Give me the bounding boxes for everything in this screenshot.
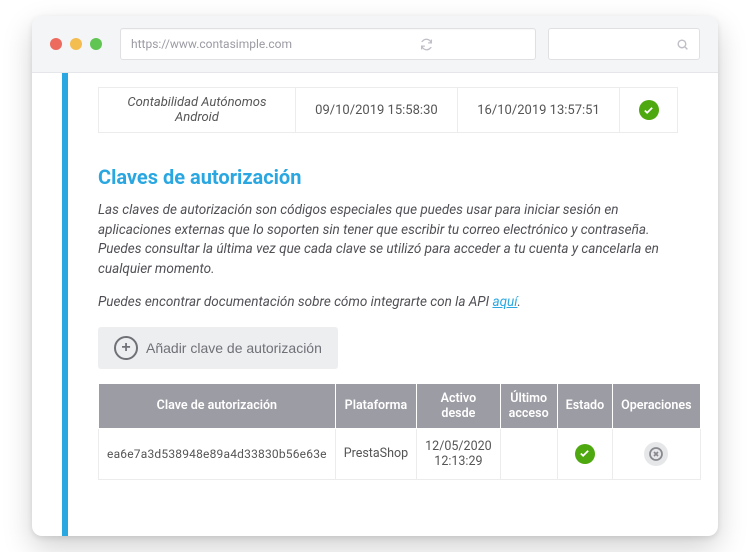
app-last-cell: 16/10/2019 13:57:51 (457, 88, 619, 133)
app-since-cell: 09/10/2019 15:58:30 (295, 88, 457, 133)
key-state-cell (557, 428, 613, 479)
th-state: Estado (557, 383, 613, 428)
table-row: Contabilidad Autónomos Android 09/10/201… (99, 88, 678, 133)
accent-stripe (62, 73, 68, 536)
desc2-suffix: . (517, 294, 520, 310)
key-last-cell (500, 428, 557, 479)
window-controls (50, 38, 102, 50)
desc2-prefix: Puedes encontrar documentación sobre cóm… (98, 294, 492, 310)
cancel-key-button[interactable] (644, 442, 668, 466)
th-active: Activo desde (417, 383, 501, 428)
th-platform: Plataforma (335, 383, 416, 428)
key-platform-cell: PrestaShop (335, 428, 416, 479)
plus-circle-icon: + (114, 336, 138, 360)
browser-window: https://www.contasimple.com Contabilidad… (32, 16, 718, 536)
page-content: Contabilidad Autónomos Android 09/10/201… (32, 73, 718, 536)
browser-chrome: https://www.contasimple.com (32, 16, 718, 73)
th-key: Clave de autorización (99, 383, 336, 428)
add-auth-key-label: Añadir clave de autorización (146, 340, 322, 356)
url-text: https://www.contasimple.com (131, 37, 328, 51)
api-doc-link[interactable]: aquí (492, 294, 517, 310)
app-state-cell (620, 88, 678, 133)
section-description-2: Puedes encontrar documentación sobre cóm… (98, 293, 678, 313)
section-description-1: Las claves de autorización son códigos e… (98, 201, 678, 279)
window-max-dot[interactable] (90, 38, 102, 50)
apps-mini-table: Contabilidad Autónomos Android 09/10/201… (98, 87, 678, 133)
url-bar[interactable]: https://www.contasimple.com (120, 28, 536, 60)
key-ops-cell (613, 428, 700, 479)
th-ops: Operaciones (613, 383, 700, 428)
status-ok-icon (575, 444, 595, 464)
search-box[interactable] (548, 28, 700, 60)
app-name-cell: Contabilidad Autónomos Android (99, 88, 296, 133)
search-icon (676, 38, 689, 51)
table-row: ea6e7a3d538948e89a4d33830b56e63e PrestaS… (99, 428, 701, 479)
add-auth-key-button[interactable]: + Añadir clave de autorización (98, 327, 338, 369)
refresh-icon[interactable] (328, 38, 525, 51)
key-value-cell: ea6e7a3d538948e89a4d33830b56e63e (99, 428, 336, 479)
key-active-cell: 12/05/2020 12:13:29 (417, 428, 501, 479)
status-ok-icon (639, 100, 659, 120)
auth-keys-table: Clave de autorización Plataforma Activo … (98, 383, 701, 480)
window-close-dot[interactable] (50, 38, 62, 50)
window-min-dot[interactable] (70, 38, 82, 50)
section-title: Claves de autorización (98, 165, 678, 189)
th-last: Último acceso (500, 383, 557, 428)
